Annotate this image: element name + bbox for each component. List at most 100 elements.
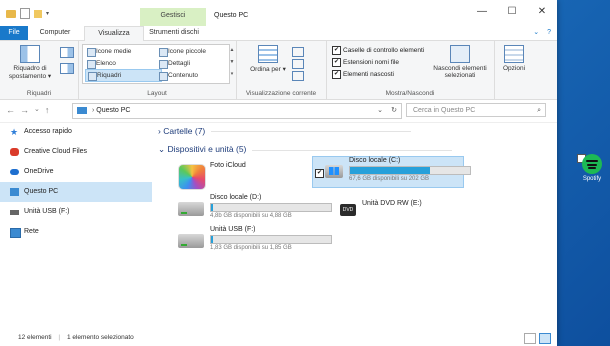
group-label-layout: Layout: [147, 90, 167, 97]
layout-content[interactable]: Contenuto: [157, 70, 228, 81]
details-pane-icon[interactable]: [60, 63, 74, 74]
spotify-desktop-icon[interactable]: Spotify: [577, 154, 607, 182]
device-usb-drive-f[interactable]: Unità USB (F:) 1,83 GB disponibili su 1,…: [178, 226, 338, 256]
star-icon: ★: [10, 127, 19, 137]
drive-free-space: 4,8b GB disponibili su 4,88 GB: [210, 213, 292, 219]
options-icon: [504, 45, 524, 63]
address-bar-row: ← → ⌄ ↑ › Questo PC ⌄ ↻ Cerca in Questo …: [0, 100, 557, 123]
network-icon: [10, 228, 21, 238]
tab-drive-tools[interactable]: Strumenti dischi: [144, 26, 204, 40]
drive-usage-bar: [210, 235, 332, 244]
checkbox-item-check-boxes[interactable]: Caselle di controllo elementi: [332, 45, 424, 56]
chevron-down-icon[interactable]: ▾: [46, 10, 49, 17]
chevron-down-icon: ⌄: [158, 144, 166, 154]
checkmark-icon[interactable]: [20, 8, 30, 19]
refresh-icon[interactable]: ↻: [391, 104, 397, 118]
device-name: Disco locale (D:): [210, 194, 262, 201]
sidebar-item-usb-drive[interactable]: Unità USB (F:): [0, 202, 152, 222]
expand-ribbon-icon[interactable]: ⌄: [533, 29, 539, 36]
address-dropdown-icon[interactable]: ⌄: [377, 104, 383, 118]
cloud-icon: [10, 169, 19, 175]
group-current-view: Ordina per ▾ Visualizzazione corrente: [236, 41, 327, 99]
device-dvd-drive[interactable]: DVD Unità DVD RW (E:): [340, 196, 490, 226]
hide-selected-button[interactable]: Nascondi elementi selezionati: [430, 45, 490, 79]
add-columns-icon[interactable]: [292, 59, 304, 69]
spotify-label: Spotify: [582, 176, 602, 182]
device-name: Foto iCloud: [210, 162, 246, 169]
size-columns-icon[interactable]: [292, 71, 304, 81]
tab-view[interactable]: Visualizza: [84, 26, 144, 42]
ribbon-tabs: File Computer Visualizza Strumenti disch…: [0, 26, 557, 42]
titlebar: ▾ Gestisci Questo PC — ☐ ✕: [0, 0, 557, 26]
close-button[interactable]: ✕: [527, 6, 557, 17]
manage-context-tab[interactable]: Gestisci: [140, 8, 206, 26]
selection-count: 1 elemento selezionato: [66, 334, 134, 341]
navigation-pane-button[interactable]: Riquadro di spostamento ▾: [4, 45, 56, 80]
layout-gallery-scroll[interactable]: ▲ ▼ ▾: [229, 44, 235, 82]
group-layout: Icone medie Elenco Riquadri Icone piccol…: [78, 41, 237, 99]
sidebar-item-creative-cloud[interactable]: Creative Cloud Files: [0, 142, 152, 162]
device-local-disk-c[interactable]: ✔ Disco locale (C:) 67,6 GB disponibili …: [312, 156, 471, 188]
layout-medium-icons[interactable]: Icone medie: [85, 46, 162, 57]
tab-file[interactable]: File: [0, 26, 28, 40]
layout-gallery: Icone medie Elenco Riquadri Icone piccol…: [82, 44, 230, 84]
help-icon[interactable]: ?: [547, 29, 551, 36]
sort-icon: [258, 45, 278, 63]
sidebar-item-network[interactable]: Rete: [0, 222, 152, 242]
device-local-disk-d[interactable]: Disco locale (D:) 4,8b GB disponibili su…: [178, 194, 338, 224]
file-list: › Cartelle (7) ⌄ Dispositivi e unità (5)…: [152, 122, 557, 322]
maximize-button[interactable]: ☐: [497, 6, 527, 17]
tab-computer[interactable]: Computer: [30, 26, 80, 40]
device-name: Unità USB (F:): [210, 226, 256, 233]
layout-list[interactable]: Elenco: [85, 58, 162, 69]
folders-group-header[interactable]: › Cartelle (7): [158, 126, 413, 136]
drive-usage-fill: [211, 204, 214, 211]
windows-drive-icon: [325, 159, 343, 183]
folder-icon[interactable]: [6, 9, 16, 18]
dvd-drive-icon: DVD: [340, 198, 358, 222]
forward-icon[interactable]: →: [20, 105, 29, 115]
computer-icon: [77, 106, 87, 114]
item-checkbox[interactable]: ✔: [315, 169, 324, 178]
item-count: 12 elementi: [18, 334, 52, 341]
details-view-icon[interactable]: [524, 333, 536, 344]
ribbon: Riquadro di spostamento ▾ Riquadri Icone…: [0, 41, 557, 100]
address-input[interactable]: › Questo PC ⌄ ↻: [72, 103, 402, 119]
window-controls: — ☐ ✕: [467, 6, 557, 17]
layout-tiles[interactable]: Riquadri: [85, 69, 162, 82]
group-options: Opzioni: [494, 41, 534, 99]
layout-details[interactable]: Dettagli: [157, 58, 228, 69]
options-button[interactable]: Opzioni: [498, 45, 530, 72]
drive-usage-bar: [349, 166, 471, 175]
device-icloud-photos[interactable]: Foto iCloud: [178, 162, 328, 192]
ribbon-controls: ⌄ ?: [533, 28, 551, 36]
minimize-button[interactable]: —: [467, 6, 497, 17]
device-name: Unità DVD RW (E:): [362, 200, 422, 207]
group-label-panes: Riquadri: [26, 90, 52, 97]
usb-drive-icon: [10, 210, 19, 215]
search-input[interactable]: Cerca in Questo PC ⌕: [406, 103, 546, 117]
breadcrumb-this-pc[interactable]: Questo PC: [96, 107, 130, 114]
sort-by-button[interactable]: Ordina per ▾: [250, 45, 286, 73]
window-title: Questo PC: [214, 12, 249, 19]
new-folder-icon[interactable]: [34, 9, 42, 18]
status-bar: 12 elementi | 1 elemento selezionato: [0, 330, 557, 346]
group-label-current-view: Visualizzazione corrente: [245, 90, 317, 97]
quick-access-toolbar: ▾: [6, 8, 49, 19]
group-by-icon[interactable]: [292, 47, 304, 57]
spotify-icon: [582, 154, 602, 174]
up-icon[interactable]: ↑: [45, 105, 50, 115]
preview-pane-icon[interactable]: [60, 47, 74, 58]
large-icons-view-icon[interactable]: [539, 333, 551, 344]
sidebar-item-onedrive[interactable]: OneDrive: [0, 162, 152, 182]
checkbox-hidden-items[interactable]: Elementi nascosti: [332, 69, 394, 80]
devices-group-header[interactable]: ⌄ Dispositivi e unità (5): [158, 144, 454, 155]
checkbox-file-extensions[interactable]: Estensioni nomi file: [332, 57, 399, 68]
back-icon[interactable]: ←: [6, 105, 15, 115]
breadcrumb-separator-icon: ›: [91, 107, 95, 114]
recent-locations-icon[interactable]: ⌄: [34, 105, 40, 115]
hide-selected-icon: [450, 45, 470, 63]
sidebar-item-this-pc[interactable]: Questo PC: [0, 182, 152, 202]
sidebar-item-quick-access[interactable]: ★ Accesso rapido: [0, 122, 152, 142]
layout-small-icons[interactable]: Icone piccole: [157, 46, 228, 57]
